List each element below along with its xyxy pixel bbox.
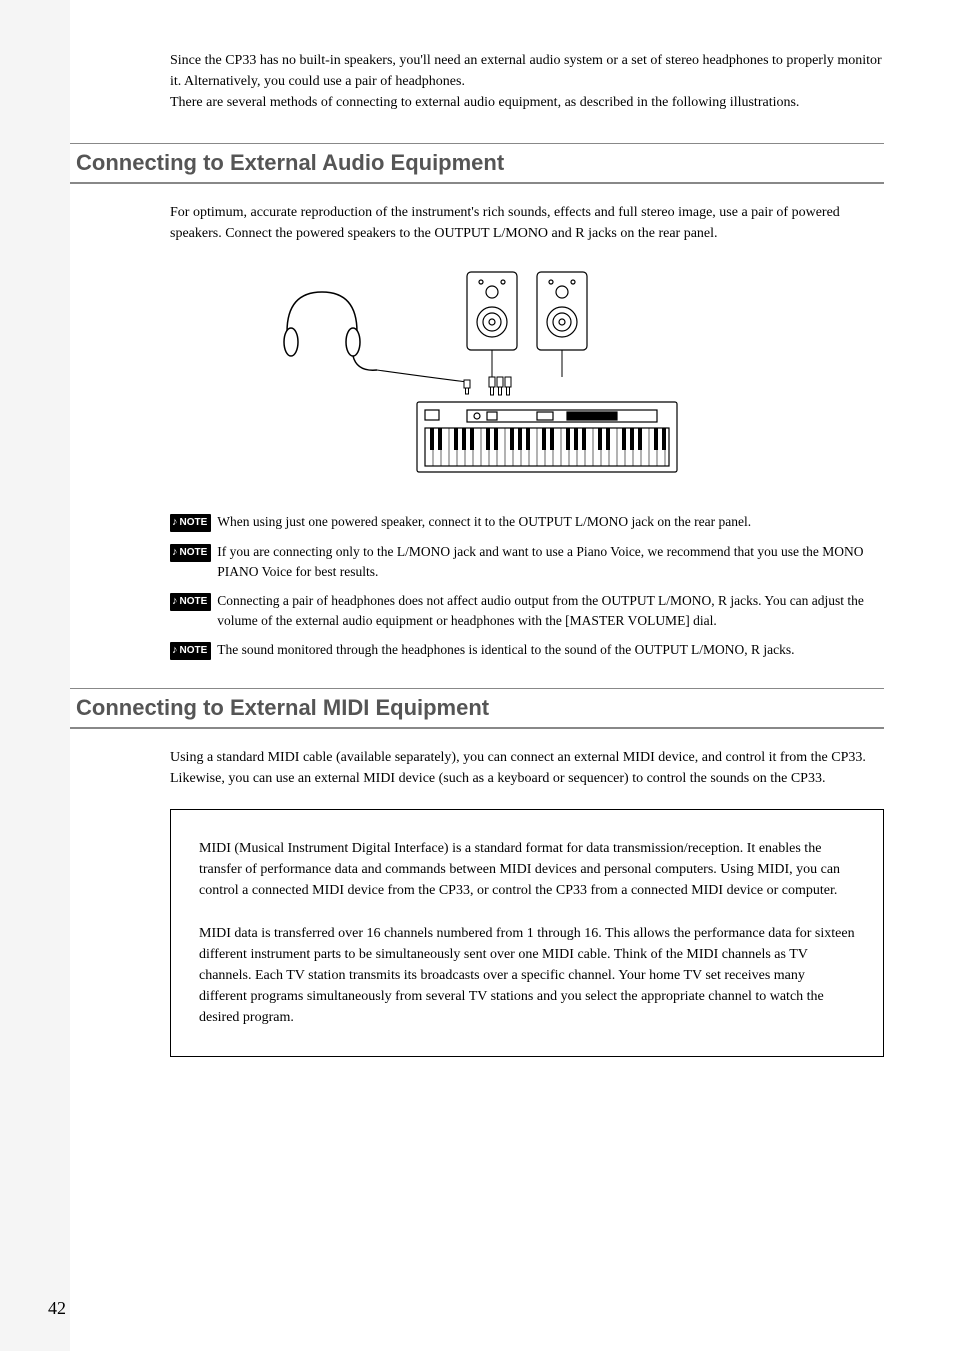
note-label: NOTE [180,644,208,659]
connection-diagram [70,262,884,482]
note-3-text: Connecting a pair of headphones does not… [217,591,884,630]
intro-block: Since the CP33 has no built-in speakers,… [170,50,884,113]
note-label: NOTE [180,546,208,561]
note-2-text: If you are connecting only to the L/MONO… [217,542,884,581]
section2-body: Using a standard MIDI cable (available s… [170,747,884,789]
intro-p2: There are several methods of connecting … [170,95,799,110]
page-content: Since the CP33 has no built-in speakers,… [0,0,954,1107]
note-icon: ♪NOTE [170,642,211,660]
note-4: ♪NOTE The sound monitored through the he… [170,640,884,660]
section1-body: For optimum, accurate reproduction of th… [170,202,884,244]
note-4-text: The sound monitored through the headphon… [217,640,884,660]
midi-info-box: MIDI (Musical Instrument Digital Interfa… [170,809,884,1057]
section-heading-midi: Connecting to External MIDI Equipment [70,688,884,729]
midi-box-p2: MIDI data is transferred over 16 channel… [199,923,855,1028]
note-label: NOTE [180,595,208,610]
note-icon: ♪NOTE [170,593,211,611]
note-2: ♪NOTE If you are connecting only to the … [170,542,884,581]
note-label: NOTE [180,516,208,531]
page-number: 42 [48,1298,66,1319]
note-icon: ♪NOTE [170,514,211,532]
note-3: ♪NOTE Connecting a pair of headphones do… [170,591,884,630]
midi-box-p1: MIDI (Musical Instrument Digital Interfa… [199,838,855,901]
note-icon: ♪NOTE [170,544,211,562]
section-heading-audio: Connecting to External Audio Equipment [70,143,884,184]
note-1: ♪NOTE When using just one powered speake… [170,512,884,532]
note-1-text: When using just one powered speaker, con… [217,512,884,532]
intro-p1: Since the CP33 has no built-in speakers,… [170,53,882,89]
